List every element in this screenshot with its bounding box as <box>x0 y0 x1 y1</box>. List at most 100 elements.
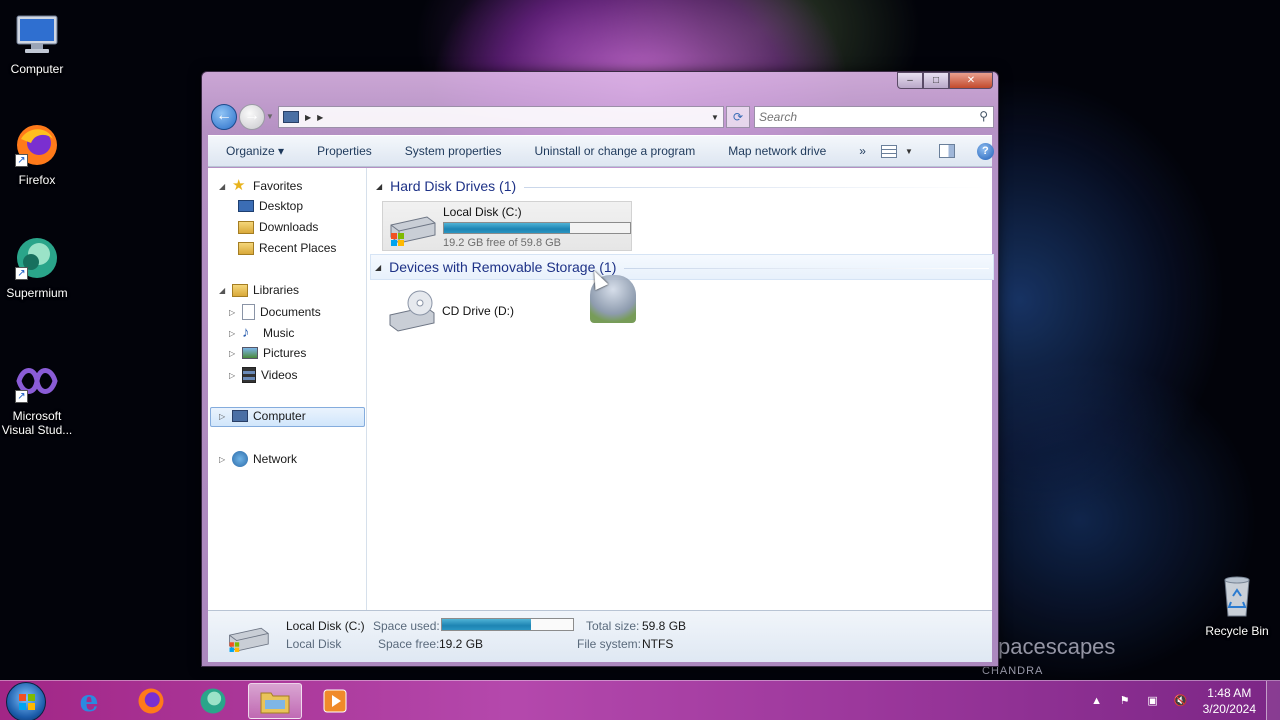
desktop-icon-label: Recycle Bin <box>1205 624 1269 638</box>
map-network-drive-button[interactable]: Map network drive <box>710 144 841 158</box>
refresh-button[interactable]: ⟳ <box>726 106 750 128</box>
shortcut-arrow-icon: ↗ <box>15 154 28 167</box>
network-status-icon[interactable]: ▣ <box>1146 694 1160 708</box>
visual-studio-icon: ↗ <box>13 357 61 405</box>
collapse-icon: ◢ <box>219 285 226 295</box>
volume-muted-icon[interactable]: 🔇 <box>1174 694 1188 708</box>
nav-item-videos[interactable]: ▷ Videos <box>229 367 297 383</box>
nav-item-computer[interactable]: ▷ Computer <box>219 409 306 423</box>
start-button[interactable] <box>6 682 46 720</box>
expand-icon: ▷ <box>219 454 226 464</box>
system-tray: ▲ ⚑ ▣ 🔇 1:48 AM 3/20/2024 <box>1083 681 1280 720</box>
show-desktop-button[interactable] <box>1266 681 1280 720</box>
expand-icon: ▷ <box>219 411 226 421</box>
search-box[interactable]: ⚲ <box>754 106 994 128</box>
space-free-value: 19.2 GB <box>439 637 484 651</box>
collapse-icon[interactable]: ◢ <box>375 263 381 272</box>
address-dropdown-icon[interactable]: ▼ <box>707 113 723 122</box>
network-icon <box>232 451 248 467</box>
properties-button[interactable]: Properties <box>299 144 387 158</box>
wallpaper-watermark: pacescapes <box>998 634 1116 659</box>
desktop-icon-recycle-bin[interactable]: Recycle Bin <box>1197 572 1277 638</box>
nav-item-favorites[interactable]: ◢ ★ Favorites <box>219 178 302 194</box>
close-button[interactable]: ✕ <box>949 72 993 89</box>
action-center-flag-icon[interactable]: ⚑ <box>1118 694 1132 708</box>
desktop-icon-supermium[interactable]: ↗ Supermium <box>0 234 77 300</box>
file-system-label: File system: <box>577 637 642 651</box>
taskbar: e ▲ ⚑ ▣ 🔇 1:48 AM 3/20/2024 <box>0 680 1280 720</box>
taskbar-supermium[interactable] <box>186 683 240 719</box>
uninstall-program-button[interactable]: Uninstall or change a program <box>516 144 710 158</box>
star-icon: ★ <box>232 177 246 194</box>
recent-pages-dropdown[interactable]: ▼ <box>266 112 274 121</box>
search-input[interactable] <box>755 107 955 127</box>
navigation-bar: ← → ▼ ▶ ▶ ▼ ⟳ ⚲ <box>208 102 994 132</box>
nav-item-desktop[interactable]: Desktop <box>238 199 303 213</box>
firefox-icon: ↗ <box>13 121 61 169</box>
group-header-hard-disk[interactable]: ◢ Hard Disk Drives (1) <box>376 178 986 194</box>
firefox-icon <box>138 688 164 714</box>
computer-icon <box>232 410 248 422</box>
details-name: Local Disk (C:) <box>286 619 365 633</box>
desktop-icon-label: Supermium <box>6 286 68 300</box>
clock[interactable]: 1:48 AM 3/20/2024 <box>1203 685 1256 717</box>
libraries-icon <box>232 283 248 297</box>
pictures-icon <box>242 347 258 359</box>
drive-tile-d[interactable]: CD Drive (D:) <box>382 286 562 336</box>
view-dropdown-icon[interactable]: ▼ <box>905 147 913 156</box>
window-controls: – □ ✕ <box>897 72 993 89</box>
nav-item-downloads[interactable]: Downloads <box>238 220 318 234</box>
search-icon: ⚲ <box>979 109 988 123</box>
breadcrumb-arrow-icon[interactable]: ▶ <box>317 113 323 122</box>
expand-icon: ▷ <box>229 328 236 338</box>
clock-date: 3/20/2024 <box>1202 702 1256 716</box>
content-area: ◢ ★ Favorites Desktop Downloads Recent P… <box>208 168 994 610</box>
nav-item-pictures[interactable]: ▷ Pictures <box>229 346 306 360</box>
group-header-removable[interactable]: ◢ Devices with Removable Storage (1) <box>370 254 994 280</box>
desktop-icon-firefox[interactable]: ↗ Firefox <box>0 121 77 187</box>
collapse-icon[interactable]: ◢ <box>376 182 382 191</box>
details-type: Local Disk <box>286 637 342 651</box>
back-button[interactable]: ← <box>211 104 237 130</box>
drive-tile-c[interactable]: Local Disk (C:) 19.2 GB free of 59.8 GB <box>382 201 632 251</box>
taskbar-media-player[interactable] <box>308 683 362 719</box>
recycle-bin-icon <box>1213 572 1261 620</box>
explorer-window: – □ ✕ ← → ▼ ▶ ▶ ▼ ⟳ ⚲ Organize ▾ Propert… <box>201 71 999 667</box>
desktop-icon-computer[interactable]: Computer <box>0 10 77 76</box>
organize-button[interactable]: Organize ▾ <box>208 144 299 158</box>
taskbar-windows-explorer[interactable] <box>248 683 302 719</box>
help-icon[interactable]: ? <box>976 142 994 160</box>
clock-time: 1:48 AM <box>1207 686 1252 700</box>
nav-item-recent-places[interactable]: Recent Places <box>238 241 336 255</box>
minimize-button[interactable]: – <box>897 72 923 89</box>
internet-explorer-icon: e <box>79 683 99 719</box>
total-size-label: Total size: <box>586 619 640 633</box>
folder-icon <box>260 692 290 714</box>
shortcut-arrow-icon: ↗ <box>15 390 28 403</box>
taskbar-firefox[interactable] <box>124 683 178 719</box>
expand-icon: ▷ <box>229 307 236 317</box>
nav-item-documents[interactable]: ▷ Documents <box>229 304 321 320</box>
change-view-icon[interactable] <box>880 144 897 158</box>
desktop-icon-label: Computer <box>10 62 64 76</box>
system-properties-button[interactable]: System properties <box>387 144 517 158</box>
breadcrumb-arrow-icon[interactable]: ▶ <box>305 113 311 122</box>
recent-places-icon <box>238 241 254 255</box>
nav-item-music[interactable]: ▷ ♪ Music <box>229 325 294 341</box>
address-bar[interactable]: ▶ ▶ ▼ <box>278 106 724 128</box>
more-commands-button[interactable]: » <box>841 144 881 158</box>
taskbar-internet-explorer[interactable]: e <box>62 683 116 719</box>
forward-button[interactable]: → <box>239 104 265 130</box>
navigation-pane: ◢ ★ Favorites Desktop Downloads Recent P… <box>208 168 367 610</box>
videos-icon <box>242 367 256 383</box>
desktop-icon-label: Firefox <box>18 173 56 187</box>
desktop-icon-visual-studio[interactable]: ↗ Microsoft Visual Stud... <box>0 357 77 437</box>
nav-item-network[interactable]: ▷ Network <box>219 451 297 467</box>
nav-item-libraries[interactable]: ◢ Libraries <box>219 283 299 297</box>
documents-icon <box>242 304 255 320</box>
show-hidden-icons-icon[interactable]: ▲ <box>1090 694 1104 708</box>
drive-name: Local Disk (C:) <box>443 205 522 219</box>
shortcut-arrow-icon: ↗ <box>15 267 28 280</box>
maximize-button[interactable]: □ <box>923 72 949 89</box>
preview-pane-icon[interactable] <box>938 144 955 158</box>
